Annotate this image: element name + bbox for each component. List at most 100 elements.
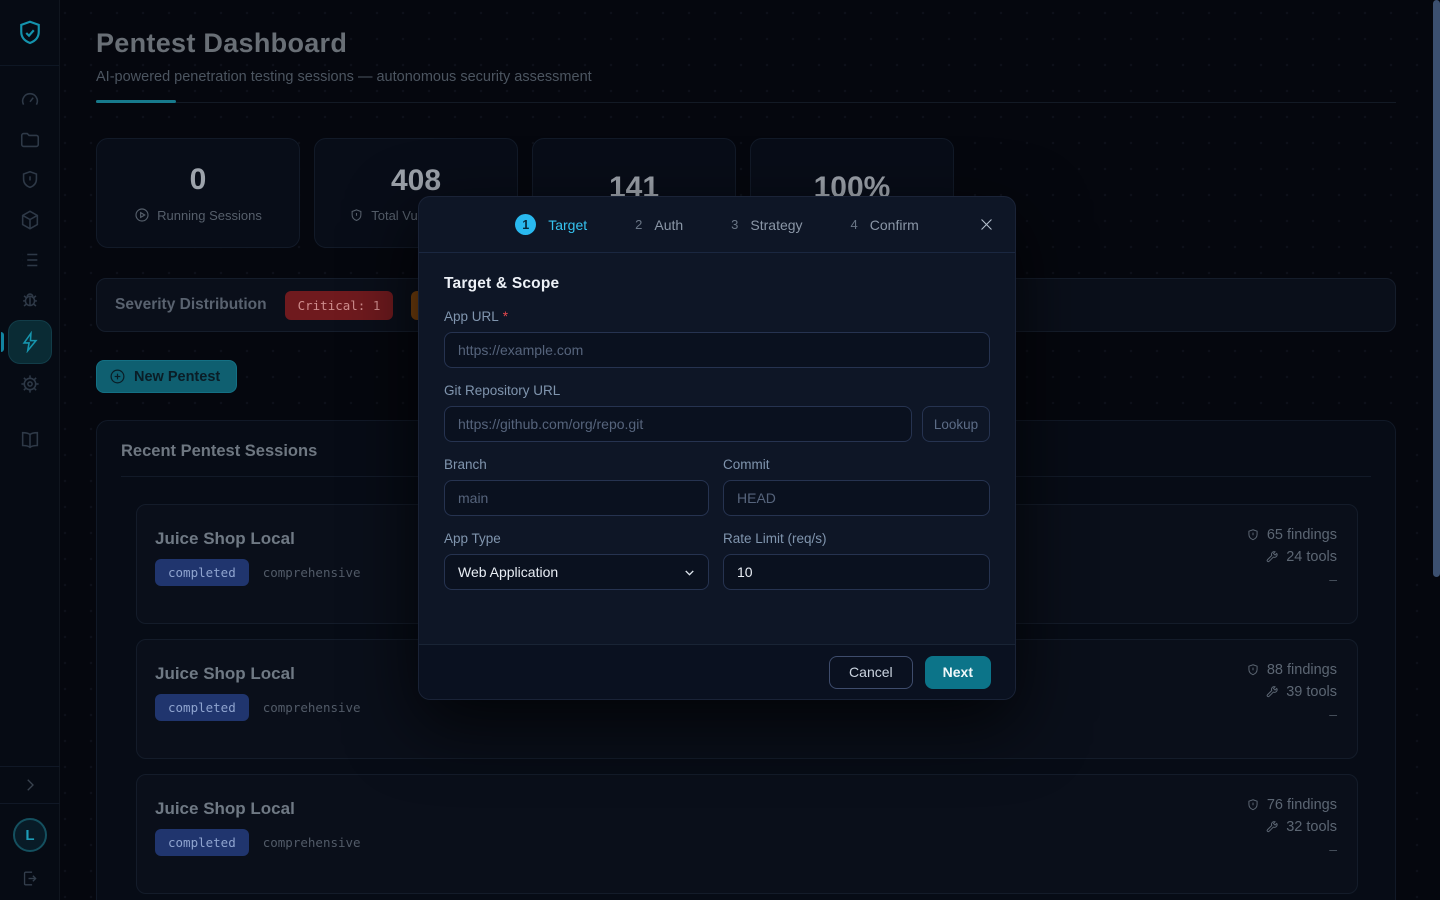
logout-button[interactable] <box>0 862 60 894</box>
step-label: Auth <box>654 217 683 233</box>
stat-label-text: Running Sessions <box>157 208 262 223</box>
accent-underline <box>96 100 176 103</box>
rate-limit-input[interactable] <box>723 554 990 590</box>
commit-label: Commit <box>723 457 990 472</box>
status-badge: completed <box>155 559 249 586</box>
sidebar-item-dashboard[interactable] <box>8 80 52 120</box>
app-url-label: App URL* <box>444 309 990 324</box>
sidebar-collapse-button[interactable] <box>0 767 60 803</box>
branch-label: Branch <box>444 457 709 472</box>
cancel-button[interactable]: Cancel <box>829 656 913 689</box>
new-pentest-label: New Pentest <box>134 369 220 385</box>
step-number: 2 <box>635 217 642 232</box>
panel-title: Recent Pentest Sessions <box>121 442 317 461</box>
sidebar-nav <box>0 80 60 460</box>
app-window: L Pentest Dashboard AI-powered penetrati… <box>0 0 1440 900</box>
close-icon <box>978 216 995 233</box>
sidebar-item-vulnerabilities[interactable] <box>8 160 52 200</box>
status-badge: completed <box>155 829 249 856</box>
shield-alert-icon <box>1246 528 1260 542</box>
session-mode: comprehensive <box>263 835 361 850</box>
duration-placeholder: – <box>1329 841 1337 857</box>
list-icon <box>19 249 41 271</box>
rate-limit-label: Rate Limit (req/s) <box>723 531 990 546</box>
app-type-value: Web Application <box>458 564 558 580</box>
package-icon <box>19 209 41 231</box>
shield-alert-icon <box>19 169 41 191</box>
apptype-rate-row: App Type Web Application Rate Limit (req… <box>444 531 990 590</box>
duration-placeholder: – <box>1329 571 1337 587</box>
modal-footer: Cancel Next <box>419 644 1015 699</box>
shield-alert-icon <box>349 208 364 223</box>
branch-input[interactable] <box>444 480 709 516</box>
app-type-select[interactable]: Web Application <box>444 554 709 590</box>
sidebar-item-docs[interactable] <box>8 420 52 460</box>
session-row[interactable]: Juice Shop Local completed comprehensive… <box>136 774 1358 894</box>
logout-icon <box>21 869 40 888</box>
sidebar-footer: L <box>0 766 60 900</box>
commit-input[interactable] <box>723 480 990 516</box>
findings-count: 88 findings <box>1267 662 1337 678</box>
folder-icon <box>19 129 41 151</box>
findings-count: 65 findings <box>1267 527 1337 543</box>
sidebar-item-projects[interactable] <box>8 120 52 160</box>
close-button[interactable] <box>975 213 997 235</box>
session-mode: comprehensive <box>263 565 361 580</box>
new-pentest-button[interactable]: New Pentest <box>96 360 237 393</box>
app-url-field: App URL* <box>444 309 990 368</box>
zap-icon <box>19 331 41 353</box>
book-icon <box>19 429 41 451</box>
git-url-field: Git Repository URL Lookup <box>444 383 990 442</box>
step-label: Target <box>548 217 587 233</box>
wrench-icon <box>1265 550 1279 564</box>
session-name: Juice Shop Local <box>155 529 295 549</box>
step-label: Strategy <box>750 217 802 233</box>
sidebar-item-settings[interactable] <box>8 364 52 404</box>
stat-value: 408 <box>391 164 441 198</box>
severity-title: Severity Distribution <box>115 296 267 314</box>
wizard-step-auth[interactable]: 2 Auth <box>635 217 683 233</box>
stat-value: 0 <box>190 163 207 197</box>
user-avatar[interactable]: L <box>13 818 47 852</box>
step-number: 4 <box>851 217 858 232</box>
duration-placeholder: – <box>1329 706 1337 722</box>
app-logo[interactable] <box>0 0 59 66</box>
next-button[interactable]: Next <box>925 656 991 689</box>
gauge-icon <box>19 89 41 111</box>
new-pentest-modal: 1 Target 2 Auth 3 Strategy 4 Confirm Tar… <box>418 196 1016 700</box>
step-number-badge: 1 <box>515 214 536 235</box>
modal-heading: Target & Scope <box>444 275 990 293</box>
active-indicator-bar <box>1 332 4 352</box>
tools-count: 32 tools <box>1286 819 1337 835</box>
status-badge: completed <box>155 694 249 721</box>
gear-icon <box>19 373 41 395</box>
sidebar: L <box>0 0 60 900</box>
sidebar-item-pentest-active[interactable] <box>8 320 52 364</box>
step-label: Confirm <box>870 217 919 233</box>
findings-count: 76 findings <box>1267 797 1337 813</box>
git-url-input[interactable] <box>444 406 912 442</box>
chevron-right-icon <box>21 776 39 794</box>
session-mode: comprehensive <box>263 700 361 715</box>
branch-commit-row: Branch Commit <box>444 457 990 516</box>
stat-label: Running Sessions <box>134 207 262 223</box>
sidebar-item-reports[interactable] <box>8 240 52 280</box>
app-type-label: App Type <box>444 531 709 546</box>
lookup-button[interactable]: Lookup <box>922 406 990 442</box>
session-name: Juice Shop Local <box>155 664 295 684</box>
tools-count: 24 tools <box>1286 549 1337 565</box>
wizard-step-target[interactable]: 1 Target <box>515 214 587 235</box>
modal-body: Target & Scope App URL* Git Repository U… <box>419 253 1015 590</box>
app-url-input[interactable] <box>444 332 990 368</box>
scrollbar-thumb[interactable] <box>1433 0 1440 577</box>
wizard-step-confirm[interactable]: 4 Confirm <box>851 217 919 233</box>
play-circle-icon <box>134 207 150 223</box>
wizard-step-strategy[interactable]: 3 Strategy <box>731 217 802 233</box>
shield-alert-icon <box>1246 663 1260 677</box>
sidebar-item-packages[interactable] <box>8 200 52 240</box>
sidebar-item-bugs[interactable] <box>8 280 52 320</box>
stat-card-running-sessions: 0 Running Sessions <box>96 138 300 248</box>
divider <box>96 102 1396 103</box>
step-number: 3 <box>731 217 738 232</box>
severity-badge-critical: Critical: 1 <box>285 291 394 320</box>
